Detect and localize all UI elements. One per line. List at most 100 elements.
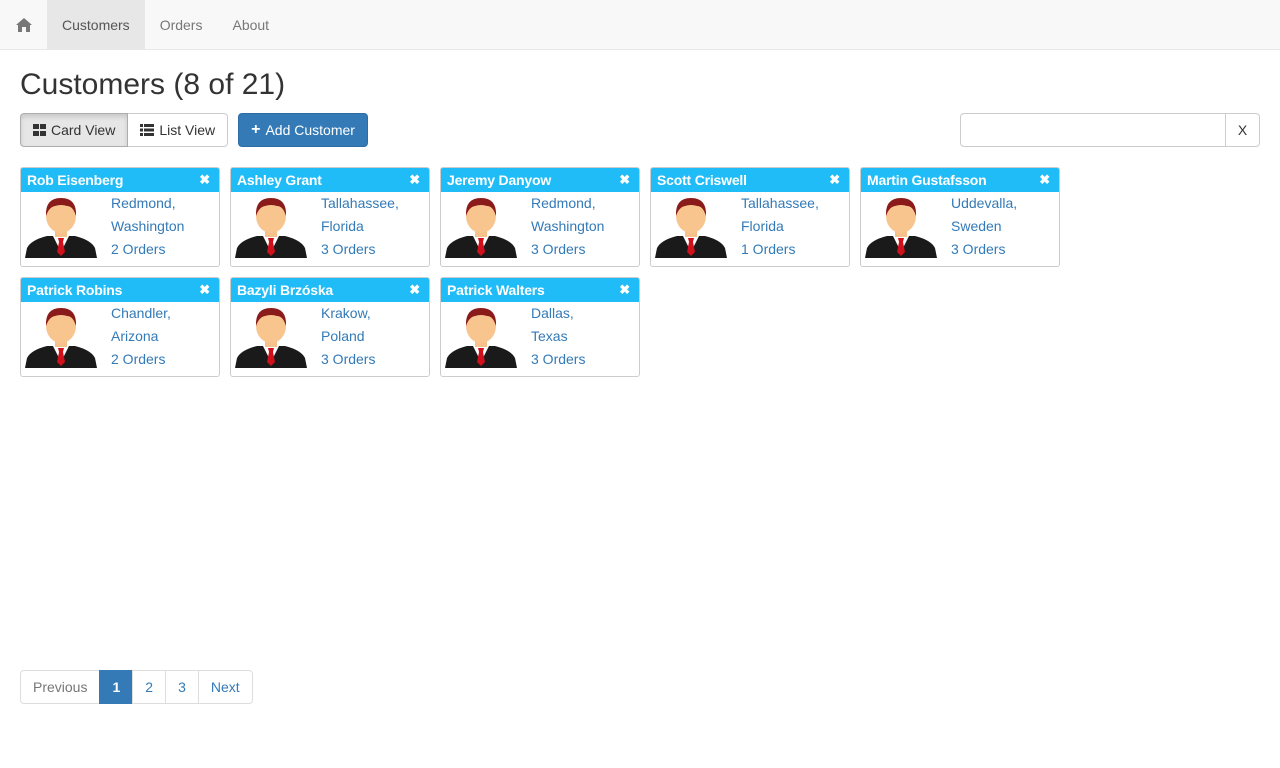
card-header: Bazyli Brzóska ✖ [231,278,429,302]
customer-state[interactable]: Washington [111,215,184,238]
customer-state[interactable]: Arizona [111,325,171,348]
clear-search-button[interactable]: X [1226,113,1260,147]
customer-info: Redmond, Washington 2 Orders [111,192,184,261]
customer-city[interactable]: Uddevalla, [951,192,1017,215]
customer-city[interactable]: Redmond, [111,192,184,215]
remove-icon[interactable]: ✖ [1039,172,1050,188]
list-icon [140,124,155,136]
add-customer-label: Add Customer [265,122,355,138]
customer-state[interactable]: Washington [531,215,604,238]
customer-info: Tallahassee, Florida 3 Orders [321,192,399,261]
customer-city[interactable]: Dallas, [531,302,585,325]
card-header: Scott Criswell ✖ [651,168,849,192]
customer-info: Chandler, Arizona 2 Orders [111,302,171,371]
customer-avatar-icon[interactable] [655,196,727,258]
customer-name[interactable]: Patrick Walters [447,282,545,298]
customer-orders-link[interactable]: 3 Orders [321,238,399,261]
customer-name[interactable]: Bazyli Brzóska [237,282,333,298]
customer-name[interactable]: Scott Criswell [657,172,747,188]
grid-icon [33,124,46,136]
customer-card: Bazyli Brzóska ✖ Krakow, Poland 3 Orders [230,277,430,377]
customer-city[interactable]: Redmond, [531,192,604,215]
customer-info: Krakow, Poland 3 Orders [321,302,375,371]
customer-avatar-icon[interactable] [235,306,307,368]
customer-name[interactable]: Patrick Robins [27,282,122,298]
nav-item-about[interactable]: About [217,0,284,49]
customer-city[interactable]: Tallahassee, [741,192,819,215]
customer-name[interactable]: Jeremy Danyow [447,172,551,188]
customer-info: Tallahassee, Florida 1 Orders [741,192,819,261]
card-header: Patrick Walters ✖ [441,278,639,302]
previous-page-button[interactable]: Previous [20,670,101,704]
customer-city[interactable]: Tallahassee, [321,192,399,215]
customer-city[interactable]: Krakow, [321,302,375,325]
customer-card: Martin Gustafsson ✖ Uddevalla, Sweden 3 … [860,167,1060,267]
customer-orders-link[interactable]: 3 Orders [321,348,375,371]
customer-cards: Rob Eisenberg ✖ Redmond, Washington 2 Or… [20,167,1080,387]
customer-orders-link[interactable]: 2 Orders [111,238,184,261]
customer-card: Ashley Grant ✖ Tallahassee, Florida 3 Or… [230,167,430,267]
remove-icon[interactable]: ✖ [199,172,210,188]
add-customer-button[interactable]: + Add Customer [238,113,368,147]
customer-card: Scott Criswell ✖ Tallahassee, Florida 1 … [650,167,850,267]
customer-orders-link[interactable]: 3 Orders [531,238,604,261]
customer-state[interactable]: Texas [531,325,585,348]
view-toggle-group: Card View List View [20,113,229,147]
customer-card: Patrick Walters ✖ Dallas, Texas 3 Orders [440,277,640,377]
customer-card: Jeremy Danyow ✖ Redmond, Washington 3 Or… [440,167,640,267]
card-header: Rob Eisenberg ✖ [21,168,219,192]
page-3-button[interactable]: 3 [165,670,199,704]
customer-city[interactable]: Chandler, [111,302,171,325]
card-header: Patrick Robins ✖ [21,278,219,302]
customer-avatar-icon[interactable] [445,306,517,368]
nav-item-orders[interactable]: Orders [145,0,218,49]
card-header: Ashley Grant ✖ [231,168,429,192]
plus-icon: + [251,121,261,138]
nav-item-customers[interactable]: Customers [47,0,145,49]
toolbar: Card View List View + Add Customer [20,113,368,147]
customer-avatar-icon[interactable] [235,196,307,258]
search-group: X [960,113,1260,147]
card-header: Jeremy Danyow ✖ [441,168,639,192]
remove-icon[interactable]: ✖ [619,282,630,298]
customer-info: Dallas, Texas 3 Orders [531,302,585,371]
card-view-label: Card View [51,122,116,138]
home-icon [15,17,32,32]
remove-icon[interactable]: ✖ [409,282,420,298]
home-link[interactable] [0,0,47,49]
pagination: Previous 1 2 3 Next [20,670,253,704]
customer-card: Patrick Robins ✖ Chandler, Arizona 2 Ord… [20,277,220,377]
customer-name[interactable]: Ashley Grant [237,172,322,188]
remove-icon[interactable]: ✖ [829,172,840,188]
customer-avatar-icon[interactable] [25,306,97,368]
card-view-button[interactable]: Card View [20,113,129,147]
customer-orders-link[interactable]: 3 Orders [531,348,585,371]
customer-info: Redmond, Washington 3 Orders [531,192,604,261]
customer-card: Rob Eisenberg ✖ Redmond, Washington 2 Or… [20,167,220,267]
customer-orders-link[interactable]: 1 Orders [741,238,819,261]
list-view-label: List View [159,122,216,138]
customer-avatar-icon[interactable] [865,196,937,258]
customer-state[interactable]: Florida [741,215,819,238]
remove-icon[interactable]: ✖ [409,172,420,188]
list-view-button[interactable]: List View [128,113,229,147]
customer-orders-link[interactable]: 3 Orders [951,238,1017,261]
search-input[interactable] [960,113,1226,147]
customer-name[interactable]: Martin Gustafsson [867,172,987,188]
customer-state[interactable]: Florida [321,215,399,238]
card-header: Martin Gustafsson ✖ [861,168,1059,192]
next-page-button[interactable]: Next [197,670,253,704]
navbar: Customers Orders About [0,0,1280,50]
customer-avatar-icon[interactable] [25,196,97,258]
customer-info: Uddevalla, Sweden 3 Orders [951,192,1017,261]
page-2-button[interactable]: 2 [132,670,167,704]
customer-state[interactable]: Poland [321,325,375,348]
remove-icon[interactable]: ✖ [619,172,630,188]
customer-avatar-icon[interactable] [445,196,517,258]
customer-state[interactable]: Sweden [951,215,1017,238]
page-1-button[interactable]: 1 [99,670,134,704]
page-title: Customers (8 of 21) [20,68,286,101]
customer-orders-link[interactable]: 2 Orders [111,348,171,371]
remove-icon[interactable]: ✖ [199,282,210,298]
customer-name[interactable]: Rob Eisenberg [27,172,123,188]
